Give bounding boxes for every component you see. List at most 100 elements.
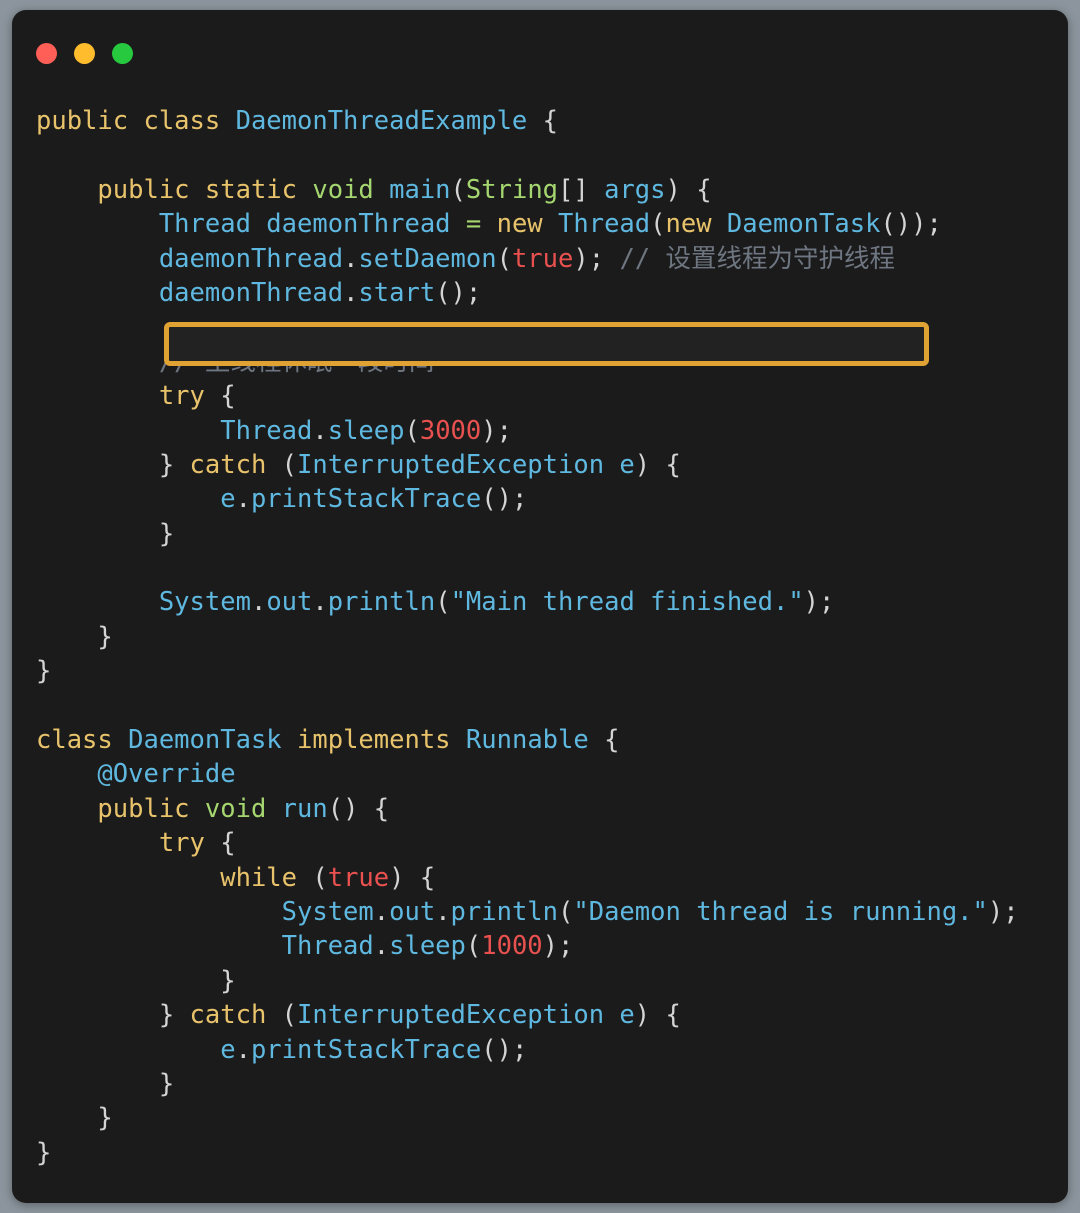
- code-line: try {: [36, 379, 1044, 413]
- code-token: =: [465, 209, 482, 240]
- code-token: }: [36, 449, 190, 480]
- maximize-dot[interactable]: [112, 43, 133, 64]
- code-token: {: [204, 828, 236, 859]
- code-token: String: [465, 174, 559, 205]
- code-token: out: [389, 896, 436, 927]
- code-line: System.out.println("Main thread finished…: [36, 585, 1044, 619]
- code-token: (: [266, 1000, 298, 1031]
- code-token: "Main thread finished.": [450, 587, 804, 618]
- code-token: run: [281, 793, 328, 824]
- code-token: .: [235, 1034, 251, 1065]
- code-token: true: [511, 243, 574, 274]
- code-token: {: [527, 106, 559, 136]
- code-token: DaemonThreadExample: [235, 106, 528, 136]
- code-token: e: [220, 484, 236, 515]
- code-token: .: [373, 931, 390, 962]
- code-token: daemonThread: [158, 243, 344, 274]
- code-token: System: [281, 896, 374, 927]
- app-root: public class DaemonThreadExample { publi…: [0, 0, 1080, 1213]
- code-token: static: [204, 174, 313, 205]
- code-token: .: [435, 896, 451, 927]
- code-token: println: [450, 896, 559, 927]
- code-line: e.printStackTrace();: [36, 1033, 1044, 1067]
- code-line: try {: [36, 826, 1044, 860]
- code-token: catch: [189, 449, 267, 480]
- code-token: .: [235, 484, 251, 515]
- code-token: sleep: [389, 931, 466, 962]
- code-token: []: [558, 174, 605, 205]
- code-token: sleep: [327, 415, 405, 446]
- code-token: .: [343, 277, 359, 308]
- code-line: System.out.println("Daemon thread is run…: [36, 895, 1044, 929]
- code-token: }: [36, 1068, 175, 1099]
- code-token: while: [220, 862, 297, 893]
- code-token: Thread: [558, 209, 651, 240]
- code-token: implements: [297, 725, 466, 756]
- traffic-light-controls: [36, 43, 133, 64]
- code-token: ) {: [634, 449, 681, 480]
- code-token: );: [542, 931, 574, 962]
- close-dot[interactable]: [36, 43, 57, 64]
- code-token: catch: [189, 1000, 267, 1031]
- code-token: ();: [481, 484, 528, 515]
- minimize-dot[interactable]: [74, 43, 95, 64]
- code-token: (: [450, 174, 466, 205]
- code-token: () {: [327, 793, 390, 824]
- code-token: .: [312, 587, 328, 618]
- code-token: println: [327, 587, 436, 618]
- code-token: ());: [880, 209, 942, 240]
- code-token: );: [481, 415, 512, 446]
- code-token: }: [36, 656, 52, 687]
- code-token: Thread: [281, 931, 374, 962]
- code-token: // 设置线程为守护线程: [619, 243, 895, 274]
- code-token: class: [143, 106, 236, 136]
- code-editor-area[interactable]: public class DaemonThreadExample { publi…: [12, 82, 1068, 1203]
- code-line-highlighted: Thread daemonThread = new Thread(new Dae…: [36, 207, 1044, 241]
- code-token: out: [266, 587, 313, 618]
- code-token: ) {: [665, 174, 712, 205]
- code-line: }: [36, 964, 1044, 998]
- code-line: }: [36, 1101, 1044, 1135]
- code-token: );: [573, 243, 620, 274]
- code-token: (: [404, 415, 420, 446]
- highlight-box: [164, 322, 929, 366]
- code-token: class: [36, 725, 129, 756]
- code-line: Thread.sleep(1000);: [36, 929, 1044, 963]
- code-token: ();: [435, 277, 482, 308]
- code-token: public: [97, 793, 205, 824]
- code-line: }: [36, 1067, 1044, 1101]
- code-token: ();: [481, 1034, 528, 1065]
- code-line: e.printStackTrace();: [36, 482, 1044, 516]
- code-line: public void run() {: [36, 792, 1044, 826]
- code-token: .: [373, 896, 390, 927]
- code-line: public class DaemonThreadExample {: [36, 104, 1044, 138]
- window-titlebar: [12, 10, 1068, 82]
- code-token: (: [465, 931, 482, 962]
- code-line: while (true) {: [36, 861, 1044, 895]
- code-token: Thread: [220, 415, 313, 446]
- code-token: .: [250, 587, 267, 618]
- code-token: }: [36, 1103, 113, 1134]
- code-line: daemonThread.start();: [36, 276, 1044, 310]
- code-block[interactable]: public class DaemonThreadExample { publi…: [12, 104, 1068, 1170]
- code-token: e: [220, 1034, 236, 1065]
- code-token: System: [158, 587, 251, 618]
- code-token: }: [36, 1000, 190, 1031]
- code-token: Runnable: [465, 725, 589, 756]
- code-token: DaemonTask: [128, 725, 298, 756]
- code-token: InterruptedException e: [297, 1000, 635, 1031]
- code-line: public static void main(String[] args) {: [36, 173, 1044, 207]
- code-token: (: [650, 209, 666, 240]
- code-token: 1000: [481, 931, 543, 962]
